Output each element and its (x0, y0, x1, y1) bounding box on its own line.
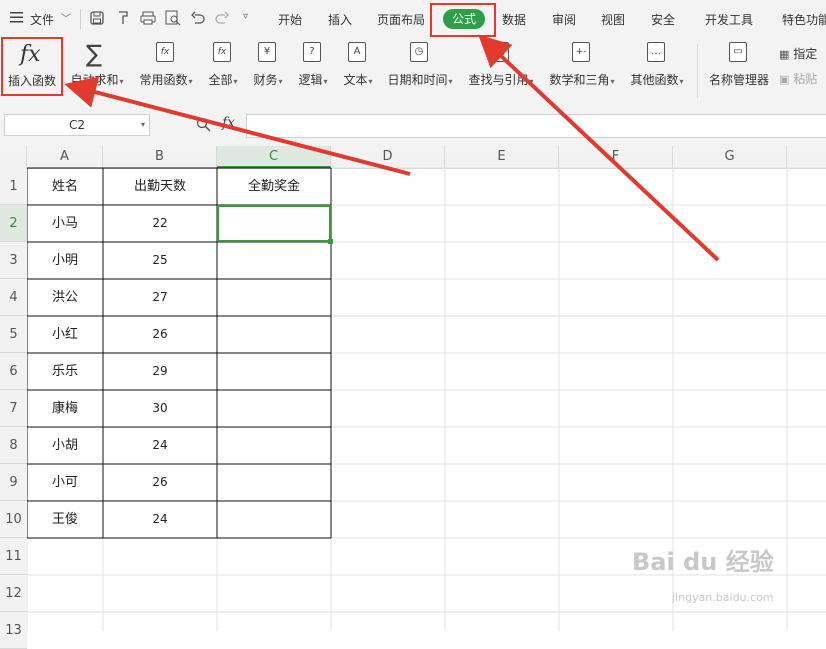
row-header-5[interactable]: 5 (0, 316, 27, 353)
table-header-cell[interactable]: 姓名 (27, 168, 103, 205)
attendance-days-cell[interactable]: 22 (103, 205, 217, 242)
bonus-cell[interactable] (217, 501, 331, 538)
row-header-12[interactable]: 12 (0, 575, 27, 612)
table-header-cell[interactable]: 全勤奖金 (217, 168, 331, 205)
fill-handle[interactable] (328, 239, 333, 244)
row-header-11[interactable]: 11 (0, 538, 27, 575)
row-header-6[interactable]: 6 (0, 353, 27, 390)
watermark-url: jingyan.baidu.com (672, 591, 774, 604)
bonus-cell[interactable] (217, 390, 331, 427)
bonus-cell[interactable] (217, 353, 331, 390)
bonus-cell[interactable] (217, 279, 331, 316)
attendance-days-cell[interactable]: 24 (103, 501, 217, 538)
name-cell[interactable]: 乐乐 (27, 353, 103, 390)
name-cell[interactable]: 王俊 (27, 501, 103, 538)
row-header-1[interactable]: 1 (0, 168, 27, 205)
row-header-2[interactable]: 2 (0, 205, 27, 242)
name-cell[interactable]: 小红 (27, 316, 103, 353)
row-header-10[interactable]: 10 (0, 501, 27, 538)
attendance-days-cell[interactable]: 26 (103, 464, 217, 501)
attendance-days-cell[interactable]: 25 (103, 242, 217, 279)
attendance-days-cell[interactable]: 27 (103, 279, 217, 316)
bonus-cell[interactable] (217, 242, 331, 279)
row-header-8[interactable]: 8 (0, 427, 27, 464)
name-cell[interactable]: 小马 (27, 205, 103, 242)
row-header-3[interactable]: 3 (0, 242, 27, 279)
attendance-days-cell[interactable]: 30 (103, 390, 217, 427)
watermark-brand: Bai du 经验 (632, 548, 774, 576)
bonus-cell[interactable] (217, 464, 331, 501)
active-cell-selection[interactable] (217, 205, 331, 242)
attendance-days-cell[interactable]: 24 (103, 427, 217, 464)
row-header-9[interactable]: 9 (0, 464, 27, 501)
name-cell[interactable]: 洪公 (27, 279, 103, 316)
row-header-4[interactable]: 4 (0, 279, 27, 316)
bonus-cell[interactable] (217, 316, 331, 353)
name-cell[interactable]: 小可 (27, 464, 103, 501)
attendance-days-cell[interactable]: 29 (103, 353, 217, 390)
table-header-cell[interactable]: 出勤天数 (103, 168, 217, 205)
name-cell[interactable]: 小胡 (27, 427, 103, 464)
attendance-days-cell[interactable]: 26 (103, 316, 217, 353)
name-cell[interactable]: 康梅 (27, 390, 103, 427)
name-cell[interactable]: 小明 (27, 242, 103, 279)
bonus-cell[interactable] (217, 427, 331, 464)
row-header-7[interactable]: 7 (0, 390, 27, 427)
